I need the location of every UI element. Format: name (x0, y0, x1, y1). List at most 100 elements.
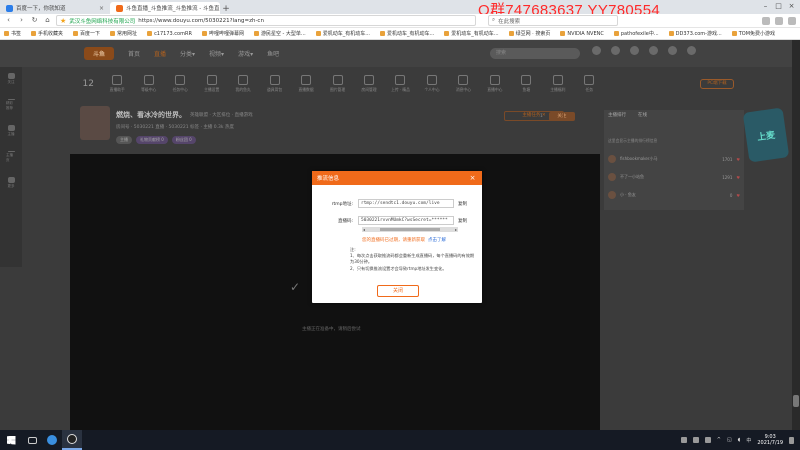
tab-close-icon[interactable]: × (99, 5, 104, 12)
input-method[interactable]: 中 (746, 437, 751, 444)
close-dialog-button[interactable]: 关闭 (377, 285, 419, 297)
nav-home[interactable]: 首页 (128, 49, 140, 58)
rank-row[interactable]: 不了一小站鱼 1291 ♥ (608, 172, 740, 182)
site-search-input[interactable]: 搜索 (490, 48, 580, 59)
close-window-icon[interactable]: × (787, 2, 796, 11)
tag-gift-rank[interactable]: 礼物贡献榜 0 (136, 136, 168, 144)
tray-app-icon[interactable] (692, 437, 699, 443)
address-bar[interactable]: ★ 武汉斗鱼网络科技有限公司 https://www.douyu.com/503… (56, 15, 476, 26)
bookmark-item[interactable]: pathofexile中... (613, 30, 659, 37)
history-icon[interactable] (592, 46, 601, 55)
new-tab-button[interactable]: + (220, 4, 232, 14)
stream-key-scrollbar[interactable]: ◂ ▸ (362, 227, 458, 232)
url-text[interactable]: https://www.douyu.com/5030221?lang=zh-cn (138, 18, 264, 24)
sidebar-item-anchor[interactable]: 主播 (6, 125, 16, 137)
promo-badge[interactable]: 上麦 (742, 107, 790, 163)
close-icon[interactable]: × (468, 174, 477, 183)
func-item[interactable]: 房间管理 (358, 75, 379, 93)
bookmark-item[interactable]: 爱机动车_有机动车... (315, 30, 370, 37)
func-item[interactable]: 直播数据 (295, 75, 316, 93)
browser-tab-baidu[interactable]: 百度一下，你就知道 × (0, 2, 110, 14)
func-item[interactable]: 个人中心 (421, 75, 442, 93)
func-item[interactable]: 主播福利 (547, 75, 568, 93)
pc-download-button[interactable]: PC端下载 (700, 79, 734, 89)
func-item[interactable]: 图片管理 (327, 75, 348, 93)
stream-key-field[interactable]: 5030221rvvnMUmkC?wsSecret=****** (358, 216, 454, 225)
scrollbar-thumb[interactable] (793, 395, 799, 407)
func-item[interactable]: 我的鱼丸 (232, 75, 253, 93)
browser-tab-douyu[interactable]: 斗鱼直播_斗鱼推流_斗鱼推流 - 斗鱼直... × (110, 2, 220, 14)
task-view-button[interactable] (22, 430, 42, 450)
copy-rtmp-button[interactable]: 复制 (456, 201, 467, 207)
network-icon[interactable]: ◱ (727, 437, 732, 443)
func-item[interactable]: 主播设置 (201, 75, 222, 93)
bookmark-item[interactable]: 百度一下 (73, 30, 100, 37)
sidebar-item-follow[interactable]: 关注 (6, 73, 16, 85)
bookmark-item[interactable]: 绿豆网 · 搜索页 (508, 30, 550, 37)
nav-live[interactable]: 直播 (154, 49, 166, 58)
func-item[interactable]: 上传 · 精品 (390, 75, 411, 93)
scrollbar-thumb[interactable] (380, 228, 440, 231)
tray-app-icon[interactable] (704, 437, 711, 443)
refresh-icon[interactable]: ↻ (30, 16, 39, 25)
func-item[interactable]: 等级中心 (138, 75, 159, 93)
nav-game[interactable]: 游戏▾ (238, 49, 253, 58)
follow-icon[interactable] (611, 46, 620, 55)
learn-more-link[interactable]: 点击了解 (428, 237, 446, 243)
rtmp-url-field[interactable]: rtmp://sendtc1.douyu.com/live (358, 199, 454, 208)
user-avatar-icon[interactable] (687, 46, 696, 55)
download-client-icon[interactable] (668, 46, 677, 55)
minimize-icon[interactable]: – (761, 2, 770, 11)
page-scrollbar[interactable] (792, 40, 800, 430)
bookmark-item[interactable]: 爱机动车_有机动车... (444, 30, 499, 37)
sidebar-item-anchor-page[interactable]: 主播页 (6, 151, 16, 163)
bookmark-star-icon[interactable]: ★ (60, 17, 66, 25)
func-item[interactable]: 任务 (579, 75, 600, 93)
bookmark-item[interactable]: c17173.comRR (147, 31, 192, 37)
anchor-task-button[interactable]: 主播任务 ✕ (504, 111, 564, 121)
scroll-right-icon[interactable]: ▸ (455, 227, 457, 232)
sidebar-item-recommend[interactable]: 精彩推荐 (6, 99, 16, 111)
bookmark-item[interactable]: 常用网址 (110, 30, 137, 37)
rank-row[interactable]: fishbookmaker小马 1701 ♥ (608, 154, 740, 164)
browser-search-box[interactable]: ⌕ 在此搜索 (488, 15, 618, 26)
copy-key-button[interactable]: 复制 (456, 218, 467, 224)
volume-icon[interactable]: ◖ (738, 437, 741, 443)
nav-yuba[interactable]: 鱼吧 (267, 49, 279, 58)
func-item[interactable]: 道具背包 (264, 75, 285, 93)
anchor-avatar[interactable] (80, 106, 110, 140)
maximize-icon[interactable]: □ (774, 2, 783, 11)
bookmark-item[interactable]: TOM免费小游戏 (731, 30, 775, 37)
tab-rank[interactable]: 主播排行 (608, 112, 626, 118)
room-category[interactable]: 英雄联盟 · 大区排位 · 直播游戏 (190, 112, 253, 118)
live-icon[interactable] (649, 46, 658, 55)
rank-row[interactable]: 小 · 鱼友 0 ♥ (608, 190, 740, 200)
func-item[interactable]: 消息中心 (453, 75, 474, 93)
tag-fan-club[interactable]: 粉丝团 0 (171, 136, 196, 144)
tag-anchor[interactable]: 主播 (116, 136, 132, 144)
bookmark-item[interactable]: 哔哩哔哩弹幕网 (201, 30, 244, 37)
tab-online[interactable]: 在线 (638, 112, 647, 118)
home-icon[interactable]: ⌂ (43, 16, 52, 25)
message-icon[interactable] (630, 46, 639, 55)
forward-icon[interactable]: › (17, 16, 26, 25)
bookmark-item[interactable]: NVIDIA NVENC (560, 31, 604, 37)
bookmark-item[interactable]: 手机收藏夹 (31, 30, 63, 37)
chevron-up-icon[interactable]: ^ (717, 437, 721, 443)
download-icon[interactable] (775, 16, 783, 25)
bookmark-item[interactable]: 爱机动车_有机动车... (380, 30, 434, 37)
sidebar-item-more[interactable]: 更多 (6, 177, 16, 189)
menu-icon[interactable] (788, 16, 796, 25)
douyu-logo[interactable]: 斗鱼 (84, 47, 114, 60)
notification-icon[interactable] (789, 436, 794, 444)
back-icon[interactable]: ‹ (4, 16, 13, 25)
taskbar-edge[interactable] (42, 430, 62, 450)
nav-category[interactable]: 分类▾ (180, 49, 195, 58)
nav-video[interactable]: 视频▾ (209, 49, 224, 58)
func-item[interactable]: 直播中心 (484, 75, 505, 93)
func-item[interactable]: 任务中心 (169, 75, 190, 93)
taskbar-clock[interactable]: 9:03 2021/7/19 (757, 434, 783, 446)
scroll-left-icon[interactable]: ◂ (363, 227, 365, 232)
extension-icon[interactable] (762, 16, 770, 25)
bookmark-item[interactable]: 游民星空 - 大型单... (253, 30, 306, 37)
